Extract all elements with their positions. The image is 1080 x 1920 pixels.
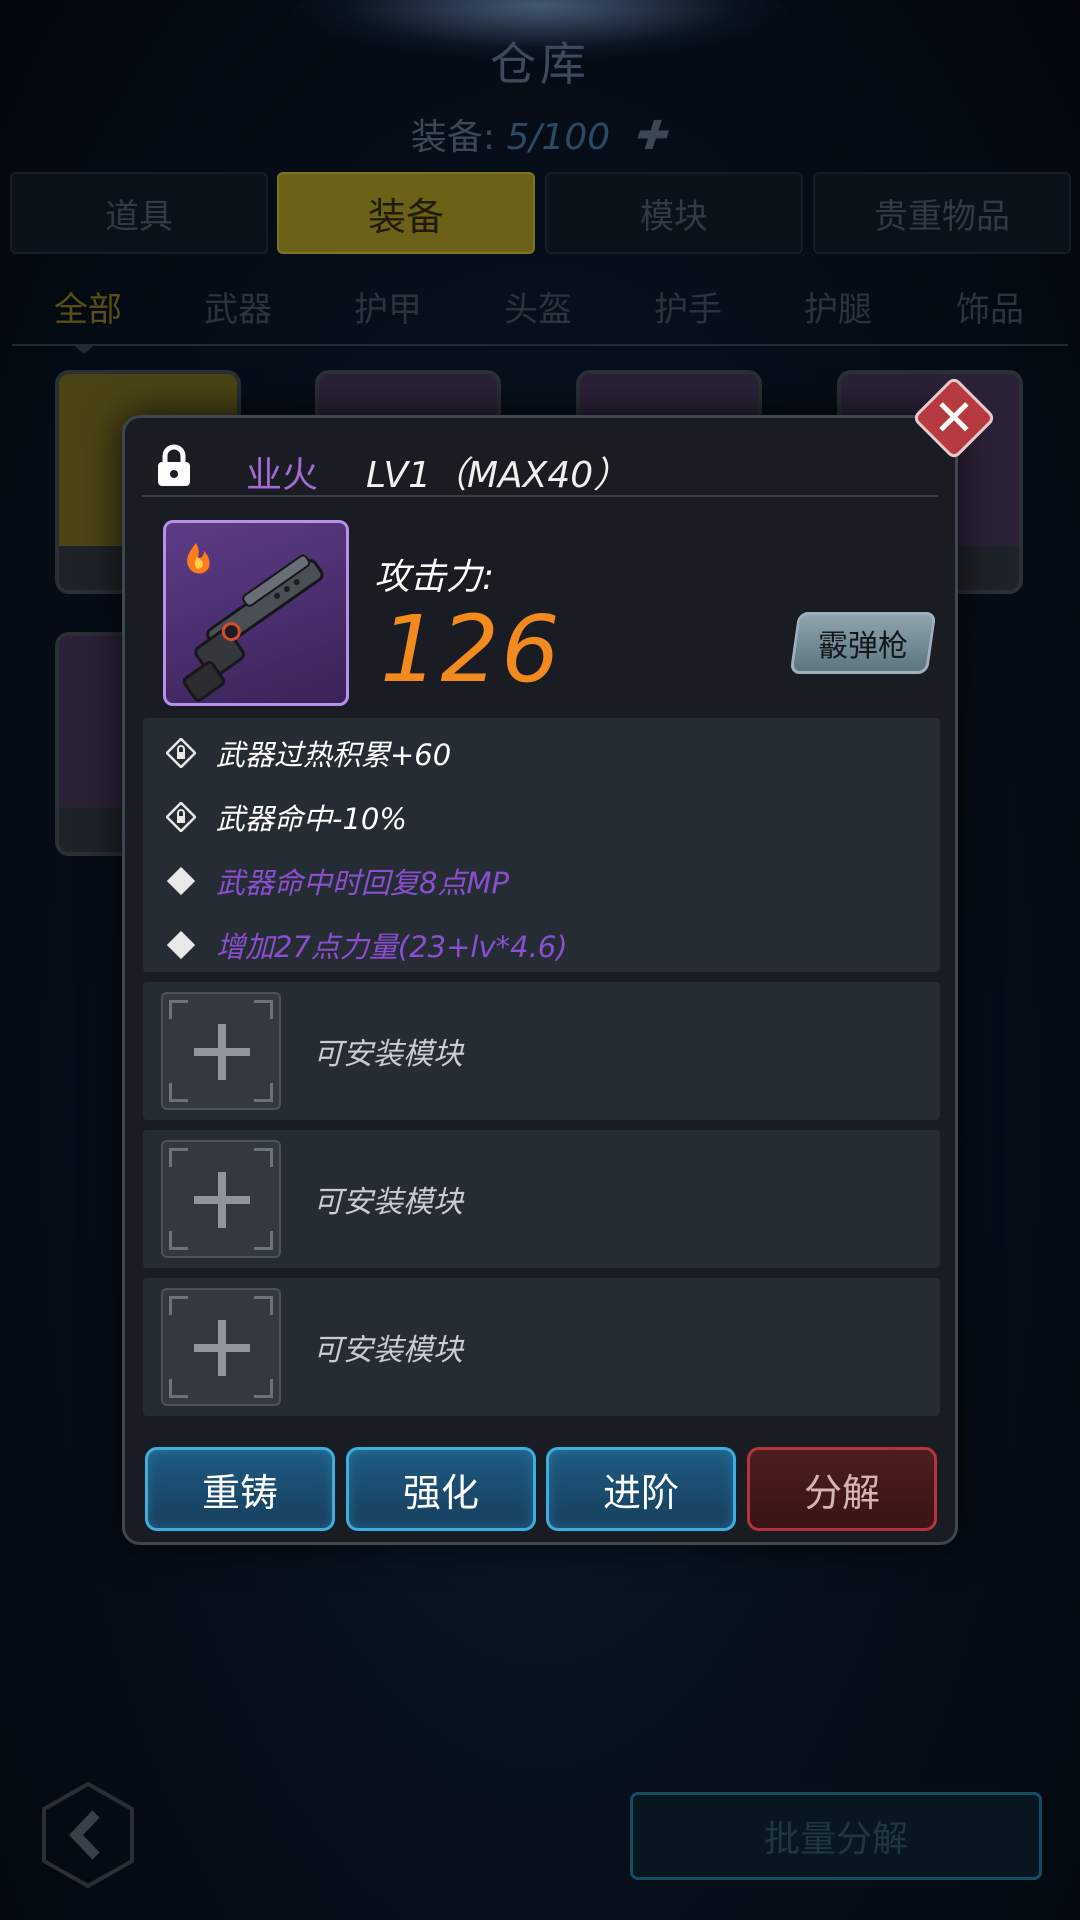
module-slot[interactable]: 可安装模块 (143, 982, 940, 1120)
capacity-row: 装备: 5/100 ✚ (0, 108, 1080, 160)
reforge-button[interactable]: 重铸 (145, 1447, 335, 1531)
stat-row: 武器命中-10% (165, 796, 407, 838)
subtab-divider (12, 344, 1068, 346)
item-name: 业火 (246, 455, 319, 496)
plus-icon (194, 1320, 250, 1376)
close-button[interactable]: ✕ (911, 375, 997, 461)
module-slot[interactable]: 可安装模块 (143, 1278, 940, 1416)
subtab-accessories[interactable]: 饰品 (930, 282, 1050, 331)
stat-text: 武器过热积累+60 (216, 738, 452, 772)
add-module-button[interactable] (161, 1140, 281, 1258)
module-slot-label: 可安装模块 (313, 1037, 463, 1072)
dismantle-button[interactable]: 分解 (747, 1447, 937, 1531)
subtab-weapons[interactable]: 武器 (178, 282, 298, 331)
plus-icon (194, 1172, 250, 1228)
module-slot-label: 可安装模块 (313, 1185, 463, 1220)
lock-icon[interactable] (156, 444, 192, 488)
add-module-button[interactable] (161, 992, 281, 1110)
attack-label: 攻击力: (374, 557, 495, 598)
advance-button[interactable]: 进阶 (546, 1447, 736, 1531)
subtab-armor[interactable]: 护甲 (328, 282, 448, 331)
capacity-label: 装备: (410, 117, 495, 158)
header-divider (142, 495, 938, 497)
subtab-gloves[interactable]: 护手 (628, 282, 748, 331)
page-title: 仓库 (490, 37, 590, 91)
subtab-all[interactable]: 全部 (28, 282, 148, 331)
weapon-type-label: 霰弹枪 (818, 629, 908, 664)
back-button[interactable] (38, 1780, 138, 1890)
stat-row: 武器命中时回复8点MP (166, 860, 509, 902)
stat-text: 武器命中时回复8点MP (216, 866, 509, 900)
stat-text: 武器命中-10% (216, 802, 407, 836)
enhance-button[interactable]: 强化 (346, 1447, 536, 1531)
diamond-icon (166, 866, 196, 896)
expand-capacity-icon[interactable]: ✚ (628, 113, 676, 159)
attack-value: 126 (380, 596, 562, 703)
weapon-image (163, 520, 349, 706)
back-arrow-icon (42, 1781, 134, 1889)
plus-icon (194, 1024, 250, 1080)
stat-text: 增加27点力量(23+lv*4.6) (216, 930, 568, 964)
subtab-helmet[interactable]: 头盔 (478, 282, 598, 331)
close-icon: ✕ (933, 389, 975, 447)
module-slot-label: 可安装模块 (313, 1333, 463, 1368)
stat-row: 增加27点力量(23+lv*4.6) (166, 924, 568, 966)
weapon-type-badge: 霰弹枪 (789, 612, 937, 674)
capacity-value: 5/100 (506, 117, 611, 158)
tab-modules[interactable]: 模块 (545, 172, 803, 254)
batch-dismantle-button[interactable]: 批量分解 (630, 1792, 1042, 1880)
stat-row: 武器过热积累+60 (165, 732, 452, 774)
tab-items[interactable]: 道具 (10, 172, 268, 254)
item-level: LV1（MAX40） (366, 455, 630, 496)
locked-stat-icon (165, 801, 197, 833)
diamond-icon (166, 930, 196, 960)
tab-equipment[interactable]: 装备 (277, 172, 535, 254)
subtab-legs[interactable]: 护腿 (778, 282, 898, 331)
locked-stat-icon (165, 737, 197, 769)
module-slot[interactable]: 可安装模块 (143, 1130, 940, 1268)
tab-valuables[interactable]: 贵重物品 (813, 172, 1071, 254)
subtab-indicator (72, 344, 96, 354)
add-module-button[interactable] (161, 1288, 281, 1406)
